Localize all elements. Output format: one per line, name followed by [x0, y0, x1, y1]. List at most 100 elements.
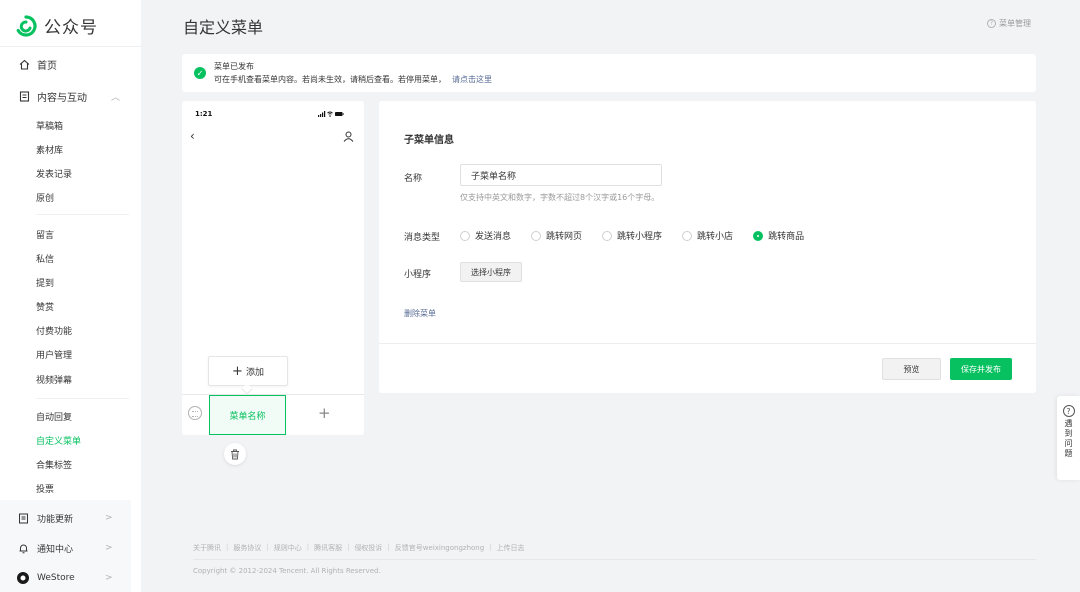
radio-label: 发送消息 [475, 232, 512, 242]
keyboard-icon[interactable] [188, 406, 202, 420]
question-icon: ? [987, 19, 996, 28]
nav-feature-updates[interactable]: 功能更新 [17, 512, 73, 525]
publish-notice: ✓ 菜单已发布 可在手机查看菜单内容。若尚未生效，请稍后查看。若停用菜单， 请点击… [182, 54, 1036, 92]
notice-description: 可在手机查看菜单内容。若尚未生效，请稍后查看。若停用菜单， 请点击这里 [214, 74, 492, 85]
footer-copyright: Copyright © 2012-2024 Tencent. All Right… [193, 567, 381, 575]
footer-link[interactable]: 上传日志 [497, 543, 525, 553]
sidebar-item[interactable]: 自定义菜单 [36, 434, 81, 447]
check-circle-icon: ✓ [194, 67, 206, 79]
notice-text: 可在手机查看菜单内容。若尚未生效，请稍后查看。若停用菜单， [214, 75, 446, 84]
divider [36, 398, 129, 399]
user-profile-icon[interactable] [343, 131, 354, 145]
help-char: 到 [1064, 429, 1073, 438]
footer-separator: | [347, 543, 350, 551]
select-miniprogram-button[interactable]: 选择小程序 [460, 262, 522, 282]
sidebar-item[interactable]: 原创 [36, 191, 54, 204]
save-publish-button[interactable]: 保存并发布 [950, 358, 1012, 380]
divider [0, 46, 141, 47]
form-section-title: 子菜单信息 [404, 135, 454, 146]
sidebar-item[interactable]: 素材库 [36, 143, 63, 156]
submenu-form-panel [379, 101, 1036, 393]
help-float-button[interactable]: ? 遇 到 问 题 [1057, 396, 1080, 480]
radio-jump-webpage[interactable]: 跳转网页 [531, 229, 582, 242]
chevron-right-icon: > [105, 573, 113, 583]
menu-item-selected[interactable]: 菜单名称 [209, 395, 286, 435]
nav-content-group[interactable]: 内容与互动 [18, 89, 87, 104]
footer-link[interactable]: 规则中心 [274, 543, 302, 553]
sidebar-item[interactable]: 发表记录 [36, 167, 72, 180]
sidebar-item[interactable]: 留言 [36, 228, 54, 241]
nav-home[interactable]: 首页 [18, 57, 57, 72]
preview-button[interactable]: 预览 [882, 358, 941, 380]
footer-link[interactable]: 关于腾讯 [193, 543, 221, 553]
divider [193, 559, 1036, 560]
radio-dot [682, 230, 693, 241]
nav-content-label: 内容与互动 [37, 93, 87, 104]
footer-links: 关于腾讯 | 服务协议 | 规则中心 | 腾讯客服 | 侵权投诉 | 反馈官号weixingongz… [193, 543, 530, 553]
footer-link[interactable]: 腾讯客服 [314, 543, 342, 553]
radio-jump-miniprogram[interactable]: 跳转小程序 [602, 229, 662, 242]
add-submenu-button[interactable]: + 添加 [208, 356, 288, 386]
radio-dot [531, 230, 542, 241]
message-type-label: 消息类型 [404, 233, 441, 243]
update-icon [17, 513, 29, 525]
footer-separator: | [226, 543, 229, 551]
nav-feature-updates-label: 功能更新 [37, 515, 74, 525]
disable-menu-link[interactable]: 请点击这里 [452, 75, 492, 84]
submenu-name-input[interactable]: 子菜单名称 [460, 164, 662, 186]
name-hint: 仅支持中英文和数字，字数不超过8个汉字或16个字母。 [460, 193, 660, 202]
footer-separator: | [266, 543, 269, 551]
phone-time: 1:21 [195, 110, 213, 118]
sidebar-item[interactable]: 私信 [36, 252, 54, 265]
sidebar-bottom: 功能更新 > 通知中心 > WeStore > [0, 500, 131, 592]
radio-dot [602, 230, 613, 241]
footer-link[interactable]: 反馈官号weixingongzhong [395, 543, 484, 553]
help-question-icon: ? [1062, 405, 1075, 417]
sidebar-item[interactable]: 付费功能 [36, 324, 72, 337]
footer-link[interactable]: 服务协议 [233, 543, 261, 553]
sidebar-item[interactable]: 自动回复 [36, 410, 72, 423]
footer-link[interactable]: 侵权投诉 [354, 543, 382, 553]
add-menu-icon[interactable]: + [318, 404, 331, 422]
signal-wifi-battery-icon [318, 111, 344, 117]
radio-jump-shop[interactable]: 跳转小店 [682, 229, 733, 242]
brand-name: 公众号 [44, 18, 98, 38]
sidebar-item[interactable]: 合集标签 [36, 458, 72, 471]
westore-avatar-icon [17, 572, 29, 584]
sidebar-item[interactable]: 用户管理 [36, 348, 72, 361]
sidebar-item[interactable]: 视频弹幕 [36, 373, 72, 386]
sidebar-item[interactable]: 提到 [36, 276, 54, 289]
plus-icon: + [232, 363, 243, 379]
radio-label: 跳转小店 [697, 232, 734, 242]
brand-logo[interactable]: 公众号 [15, 13, 98, 38]
footer-separator: | [387, 543, 390, 551]
nav-westore[interactable]: WeStore [17, 572, 75, 584]
radio-jump-product[interactable]: 跳转商品 [753, 229, 804, 242]
sidebar-item[interactable]: 赞赏 [36, 300, 54, 313]
radio-send-message[interactable]: 发送消息 [460, 229, 511, 242]
delete-menu-link[interactable]: 删除菜单 [404, 308, 436, 319]
divider [379, 343, 1036, 344]
help-char: 问 [1064, 439, 1073, 448]
nav-notification-center[interactable]: 通知中心 [17, 542, 73, 555]
help-char: 题 [1064, 449, 1073, 458]
radio-label: 跳转网页 [546, 232, 583, 242]
radio-label: 跳转商品 [768, 232, 805, 242]
menu-management-link[interactable]: ? 菜单管理 [987, 18, 1031, 29]
bell-icon [17, 543, 29, 555]
miniprogram-label: 小程序 [404, 270, 432, 280]
chevron-up-icon[interactable]: ︿ [111, 90, 120, 103]
chevron-right-icon: > [105, 543, 113, 553]
radio-dot-checked [753, 230, 764, 241]
wechat-mp-logo-icon [15, 14, 37, 37]
back-arrow-icon[interactable]: ‹ [190, 129, 195, 143]
footer-separator: | [489, 543, 492, 551]
help-char: 遇 [1064, 419, 1073, 428]
sidebar-item[interactable]: 投票 [36, 482, 54, 495]
trash-icon[interactable] [224, 443, 246, 465]
add-submenu-label: 添加 [245, 367, 264, 378]
menu-management-label: 菜单管理 [999, 19, 1031, 28]
sidebar-item[interactable]: 草稿箱 [36, 119, 63, 132]
footer-separator: | [306, 543, 310, 551]
radio-dot [460, 230, 470, 241]
